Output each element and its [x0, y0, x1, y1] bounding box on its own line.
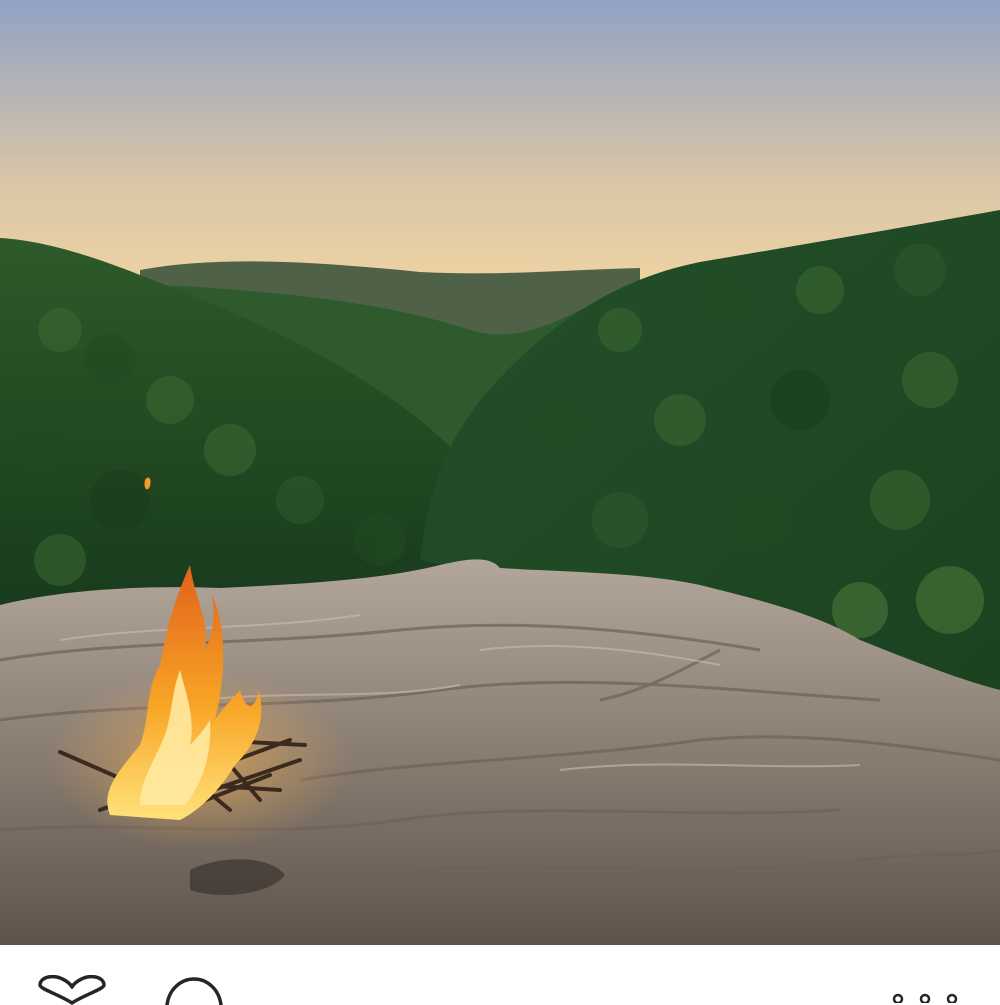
- heart-icon[interactable]: [36, 975, 108, 1005]
- comment-icon[interactable]: [163, 975, 225, 1005]
- more-options-icon[interactable]: [890, 993, 960, 1003]
- post-photo[interactable]: [0, 0, 1000, 945]
- post-action-bar: [0, 945, 1000, 1005]
- landscape-illustration: [0, 0, 1000, 945]
